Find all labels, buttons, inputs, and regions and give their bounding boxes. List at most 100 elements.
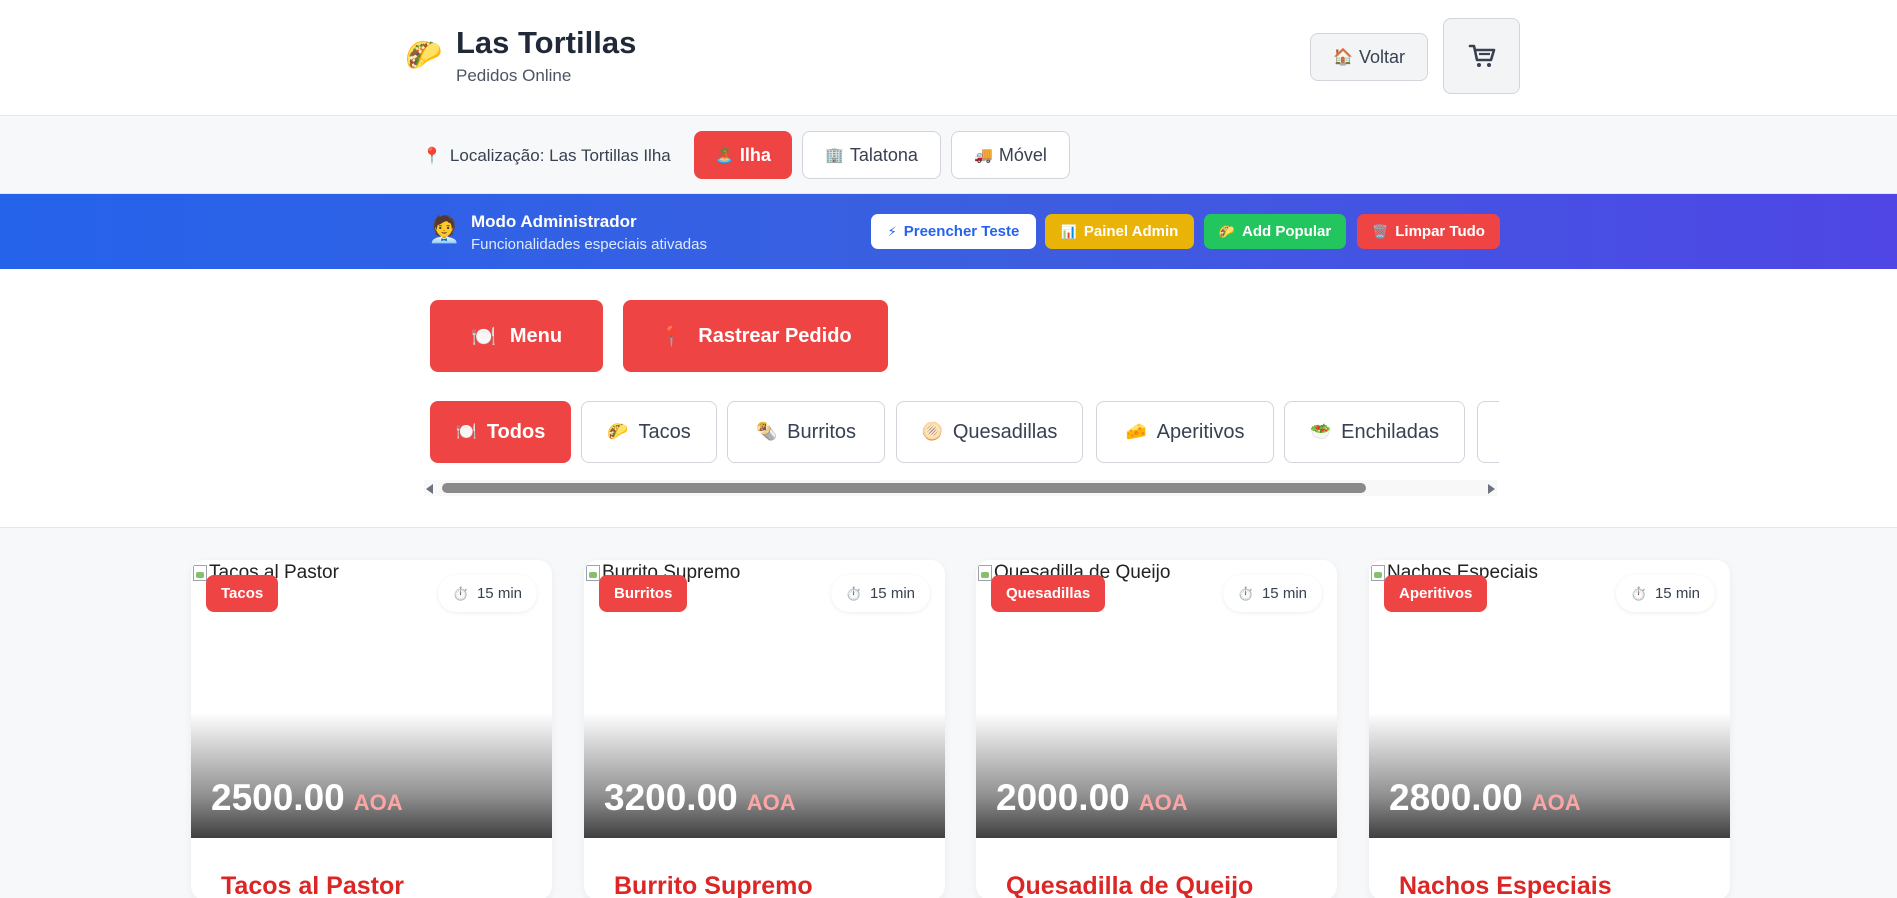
product-card[interactable]: Nachos Especiais Aperitivos ⏱️ 15 min 280… — [1369, 560, 1730, 898]
brand[interactable]: 🌮 Las Tortillas Pedidos Online — [402, 24, 636, 86]
category-tacos[interactable]: 🌮 Tacos — [581, 401, 717, 463]
category-label: Burritos — [787, 420, 857, 443]
island-icon: 🏝️ — [715, 147, 734, 164]
product-image: Nachos Especiais Aperitivos ⏱️ 15 min 280… — [1369, 560, 1730, 838]
price-amount: 2000.00 — [996, 777, 1130, 818]
product-name: Quesadilla de Queijo — [1006, 872, 1254, 898]
location-bar: 📍 Localização: Las Tortillas Ilha 🏝️ Ilh… — [0, 116, 1897, 194]
burrito-icon: 🌯 — [755, 422, 778, 441]
prep-time-text: 15 min — [1261, 585, 1307, 602]
lightning-icon: ⚡ — [887, 223, 897, 239]
price-amount: 2500.00 — [211, 777, 345, 818]
price-amount: 3200.00 — [604, 777, 738, 818]
category-todos[interactable]: 🍽️ Todos — [430, 401, 571, 463]
category-aperitivos[interactable]: 🧀 Aperitivos — [1096, 401, 1274, 463]
track-order-label: Rastrear Pedido — [698, 324, 852, 347]
prep-time-badge: ⏱️ 15 min — [1222, 575, 1322, 612]
price-currency: AOA — [1531, 790, 1581, 815]
truck-icon: 🚚 — [974, 147, 993, 164]
product-price: 3200.00 AOA — [604, 777, 796, 819]
category-label: Enchiladas — [1341, 420, 1439, 443]
add-popular-label: Add Popular — [1242, 223, 1332, 240]
add-popular-button[interactable]: 🌮 Add Popular — [1204, 214, 1346, 249]
stopwatch-icon: ⏱️ — [1630, 585, 1647, 601]
taco-icon: 🌮 — [1218, 223, 1235, 239]
flatbread-icon: 🫓 — [921, 422, 943, 441]
location-option-label: Ilha — [739, 144, 771, 165]
admin-avatar-icon: 🧑‍💼 — [428, 214, 461, 244]
building-icon: 🏢 — [825, 147, 844, 164]
category-scrollbar[interactable] — [424, 480, 1497, 496]
taco-icon: 🌮 — [607, 422, 629, 441]
prep-time-text: 15 min — [476, 585, 522, 602]
location-label: 📍 Localização: Las Tortillas Ilha — [422, 146, 671, 166]
prep-time-badge: ⏱️ 15 min — [1615, 575, 1715, 612]
clear-all-label: Limpar Tudo — [1395, 223, 1485, 240]
category-badge: Quesadillas — [991, 575, 1106, 612]
pin-icon: 📍 — [659, 325, 685, 348]
product-name: Burrito Supremo — [614, 872, 813, 898]
category-badge: Aperitivos — [1384, 575, 1488, 612]
category-label: Aperitivos — [1156, 420, 1245, 443]
product-name: Nachos Especiais — [1399, 872, 1612, 898]
back-button[interactable]: 🏠 Voltar — [1310, 33, 1428, 81]
stopwatch-icon: ⏱️ — [452, 585, 469, 601]
broken-image-icon — [586, 565, 600, 581]
fill-test-button[interactable]: ⚡ Preencher Teste — [871, 214, 1036, 249]
product-image: Quesadilla de Queijo Quesadillas ⏱️ 15 mi… — [976, 560, 1337, 838]
category-more[interactable] — [1477, 401, 1499, 463]
salad-icon: 🥗 — [1309, 422, 1332, 441]
clear-all-button[interactable]: 🗑️ Limpar Tudo — [1357, 214, 1500, 249]
product-card[interactable]: Burrito Supremo Burritos ⏱️ 15 min 3200.0… — [584, 560, 945, 898]
app-header: 🌮 Las Tortillas Pedidos Online 🏠 Voltar — [0, 0, 1897, 116]
brand-subtitle: Pedidos Online — [456, 66, 572, 85]
category-label: Quesadillas — [952, 420, 1058, 443]
location-option-talatona[interactable]: 🏢 Talatona — [802, 131, 941, 179]
cart-button[interactable] — [1443, 18, 1520, 94]
product-image: Burrito Supremo Burritos ⏱️ 15 min 3200.0… — [584, 560, 945, 838]
cheese-icon: 🧀 — [1125, 422, 1147, 441]
location-text: Localização: Las Tortillas Ilha — [449, 146, 671, 165]
category-burritos[interactable]: 🌯 Burritos — [727, 401, 885, 463]
fill-test-label: Preencher Teste — [903, 223, 1020, 240]
product-price: 2000.00 AOA — [996, 777, 1188, 819]
admin-subtitle: Funcionalidades especiais ativadas — [471, 236, 707, 253]
plate-icon: 🍽️ — [455, 422, 477, 441]
price-currency: AOA — [353, 790, 403, 815]
category-enchiladas[interactable]: 🥗 Enchiladas — [1284, 401, 1465, 463]
location-option-ilha[interactable]: 🏝️ Ilha — [694, 131, 792, 179]
prep-time-text: 15 min — [869, 585, 915, 602]
scrollbar-thumb[interactable] — [442, 483, 1366, 493]
admin-panel-button[interactable]: 📊 Painel Admin — [1045, 214, 1194, 249]
pin-icon: 📍 — [422, 148, 442, 165]
broken-image-icon — [193, 565, 207, 581]
category-quesadillas[interactable]: 🫓 Quesadillas — [896, 401, 1083, 463]
stopwatch-icon: ⏱️ — [845, 585, 862, 601]
location-option-movel[interactable]: 🚚 Móvel — [951, 131, 1070, 179]
menu-button-label: Menu — [509, 324, 563, 347]
scroll-right-arrow-icon[interactable] — [1488, 484, 1495, 494]
prep-time-badge: ⏱️ 15 min — [437, 575, 537, 612]
category-label: Tacos — [638, 420, 691, 443]
prep-time-text: 15 min — [1654, 585, 1700, 602]
track-order-button[interactable]: 📍 Rastrear Pedido — [623, 300, 888, 372]
taco-icon: 🌮 — [405, 38, 443, 72]
price-currency: AOA — [1138, 790, 1188, 815]
scroll-left-arrow-icon[interactable] — [426, 484, 433, 494]
price-currency: AOA — [746, 790, 796, 815]
plate-icon: 🍽️ — [470, 325, 496, 348]
menu-button[interactable]: 🍽️ Menu — [430, 300, 603, 372]
product-card[interactable]: Quesadilla de Queijo Quesadillas ⏱️ 15 mi… — [976, 560, 1337, 898]
brand-title: Las Tortillas — [456, 25, 637, 60]
category-label: Todos — [486, 420, 546, 443]
category-scroller[interactable]: 🍽️ Todos 🌮 Tacos 🌯 Burritos 🫓 Quesadilla… — [430, 401, 1499, 464]
location-option-label: Móvel — [998, 144, 1047, 165]
category-badge: Burritos — [599, 575, 688, 612]
product-price: 2500.00 AOA — [211, 777, 403, 819]
prep-time-badge: ⏱️ 15 min — [830, 575, 930, 612]
cart-icon — [1468, 44, 1495, 67]
chart-icon: 📊 — [1060, 223, 1077, 239]
product-card[interactable]: Tacos al Pastor Tacos ⏱️ 15 min 2500.00 AO… — [191, 560, 552, 898]
house-icon: 🏠 — [1333, 49, 1353, 66]
price-amount: 2800.00 — [1389, 777, 1523, 818]
